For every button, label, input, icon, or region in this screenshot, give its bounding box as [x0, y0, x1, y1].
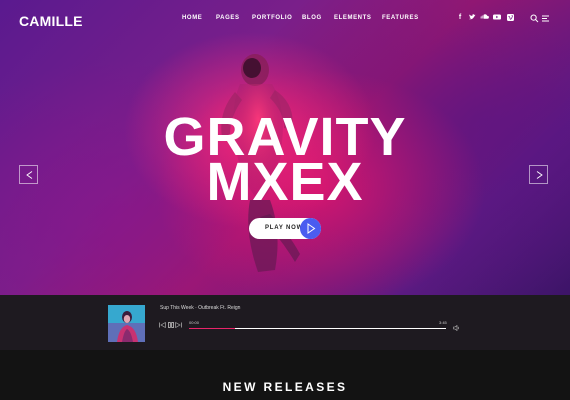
nav-elements[interactable]: ELEMENTS [334, 15, 371, 21]
album-cover [108, 305, 145, 342]
track-title: Sup This Week · Outbreak Ft. Reign [160, 305, 241, 311]
hero-title-line-2: MXEX [206, 152, 364, 212]
facebook-icon[interactable]: f [456, 14, 464, 22]
site-logo[interactable]: CAMILLE [19, 13, 83, 29]
vimeo-icon[interactable] [506, 14, 514, 22]
twitter-icon[interactable] [468, 14, 476, 22]
play-circle[interactable] [300, 218, 321, 239]
previous-track-icon[interactable] [159, 322, 166, 328]
menu-icon[interactable] [541, 14, 550, 23]
progress-bar[interactable] [189, 328, 446, 329]
pause-icon[interactable] [168, 322, 174, 328]
progress-fill [189, 328, 236, 329]
next-track-icon[interactable] [175, 322, 182, 328]
play-now-button[interactable]: PLAY NOW [249, 218, 321, 239]
nav-home[interactable]: HOME [182, 15, 202, 21]
time-current: 00:00 [189, 320, 200, 325]
time-total: 3:45 [439, 320, 447, 325]
nav-portfolio[interactable]: PORTFOLIO [252, 15, 292, 21]
nav-features[interactable]: FEATURES [382, 15, 419, 21]
play-now-label: PLAY NOW [265, 225, 304, 231]
top-navigation: CAMILLE HOME PAGES PORTFOLIO BLOG ELEMEN… [0, 0, 570, 40]
play-icon [307, 223, 316, 234]
soundcloud-icon[interactable] [480, 14, 489, 22]
nav-blog[interactable]: BLOG [302, 15, 322, 21]
nav-pages[interactable]: PAGES [216, 15, 240, 21]
audio-player: Sup This Week · Outbreak Ft. Reign 00:00… [0, 295, 570, 350]
section-title: NEW RELEASES [222, 380, 348, 394]
search-icon[interactable] [530, 14, 539, 23]
volume-icon[interactable] [453, 325, 460, 331]
youtube-icon[interactable] [493, 14, 501, 22]
